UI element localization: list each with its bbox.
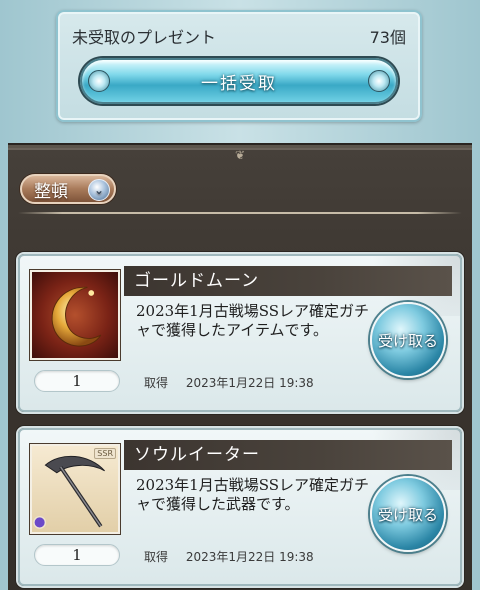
present-header-panel: 未受取のプレゼント 73個 一括受取 — [56, 10, 422, 122]
acquired-row: 取得 2023年1月22日 19:38 — [144, 374, 314, 391]
receive-button[interactable]: 受け取る — [370, 476, 446, 552]
unclaimed-count: 73個 — [369, 28, 406, 47]
sort-button[interactable]: 整頓 ⌄ — [20, 174, 116, 204]
receive-button[interactable]: 受け取る — [370, 302, 446, 378]
chevron-down-icon: ⌄ — [88, 179, 110, 201]
acquired-date: 2023年1月22日 19:38 — [185, 376, 314, 390]
divider — [18, 212, 462, 214]
unclaimed-row: 未受取のプレゼント 73個 — [72, 24, 406, 48]
present-item-card: SSR ソウルイーター 2023年1月古戦場SSレア確定ガチャで獲得した武器です… — [18, 428, 462, 586]
ornament-icon — [88, 70, 110, 92]
item-description: 2023年1月古戦場SSレア確定ガチャで獲得したアイテムです。 — [136, 302, 370, 339]
item-quantity: 1 — [34, 370, 120, 392]
acquired-row: 取得 2023年1月22日 19:38 — [144, 548, 314, 565]
scythe-icon: SSR — [30, 444, 120, 534]
acquired-label: 取得 — [144, 376, 169, 390]
bulk-receive-button[interactable]: 一括受取 — [80, 58, 398, 104]
panel-ornament-icon: ❦ — [234, 148, 246, 162]
item-description: 2023年1月古戦場SSレア確定ガチャで獲得した武器です。 — [136, 476, 370, 513]
acquired-date: 2023年1月22日 19:38 — [185, 550, 314, 564]
unclaimed-label: 未受取のプレゼント — [72, 28, 217, 47]
present-item-card: ゴールドムーン 2023年1月古戦場SSレア確定ガチャで獲得したアイテムです。 … — [18, 254, 462, 412]
rarity-tag: SSR — [94, 448, 116, 459]
ornament-icon — [368, 70, 390, 92]
present-list-panel: ❦ 整頓 ⌄ ゴールドムーン 2023年1月古戦場SSレア確定ガチャで獲得したア… — [8, 145, 472, 590]
sort-label: 整頓 — [34, 181, 68, 202]
item-name: ゴールドムーン — [124, 266, 452, 296]
bulk-receive-label: 一括受取 — [201, 73, 277, 94]
item-name: ソウルイーター — [124, 440, 452, 470]
acquired-label: 取得 — [144, 550, 169, 564]
gold-moon-icon — [30, 270, 120, 360]
item-quantity: 1 — [34, 544, 120, 566]
